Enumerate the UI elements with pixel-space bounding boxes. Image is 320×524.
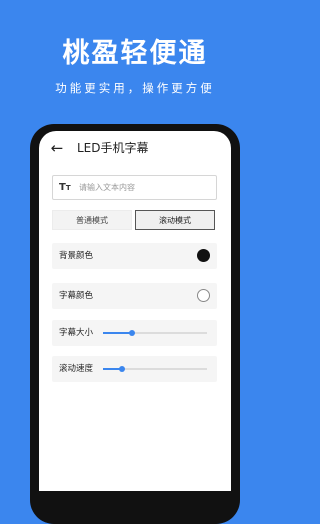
normal-mode-button[interactable]: 普通模式 [52,210,132,230]
text-size-label: 字幕大小 [59,328,94,338]
text-size-icon: TT [59,182,71,193]
page-title: LED手机字幕 [77,141,149,155]
text-input-box[interactable]: TT [52,175,217,200]
mode-toggle: 普通模式 滚动模式 [52,210,217,230]
background-color-row[interactable]: 背景颜色 [52,243,217,269]
text-size-row: 字幕大小 [52,320,217,346]
text-color-label: 字幕颜色 [59,291,94,301]
text-content-input[interactable] [79,179,209,195]
text-color-swatch[interactable] [197,289,210,302]
promo-headline: 桃盈轻便通 [62,38,208,69]
scroll-speed-label: 滚动速度 [59,364,94,374]
scroll-mode-button[interactable]: 滚动模式 [135,210,215,230]
text-color-row[interactable]: 字幕颜色 [52,283,217,309]
app-screen: ← LED手机字幕 TT 普通模式 滚动模式 背景颜色 字幕颜色 字幕大小 滚动… [39,131,231,491]
background-color-swatch[interactable] [197,249,210,262]
scroll-speed-row: 滚动速度 [52,356,217,382]
promo-subline: 功能更实用，操作更方便 [55,81,215,95]
background-color-label: 背景颜色 [59,251,94,261]
arrow-left-icon[interactable]: ← [47,138,67,158]
app-topbar: ← LED手机字幕 [39,131,231,165]
text-size-slider-thumb[interactable] [129,330,136,336]
text-size-slider-fill [103,332,133,334]
text-size-slider[interactable] [103,330,207,336]
scroll-speed-slider[interactable] [103,366,207,372]
scroll-speed-slider-thumb[interactable] [118,366,125,372]
